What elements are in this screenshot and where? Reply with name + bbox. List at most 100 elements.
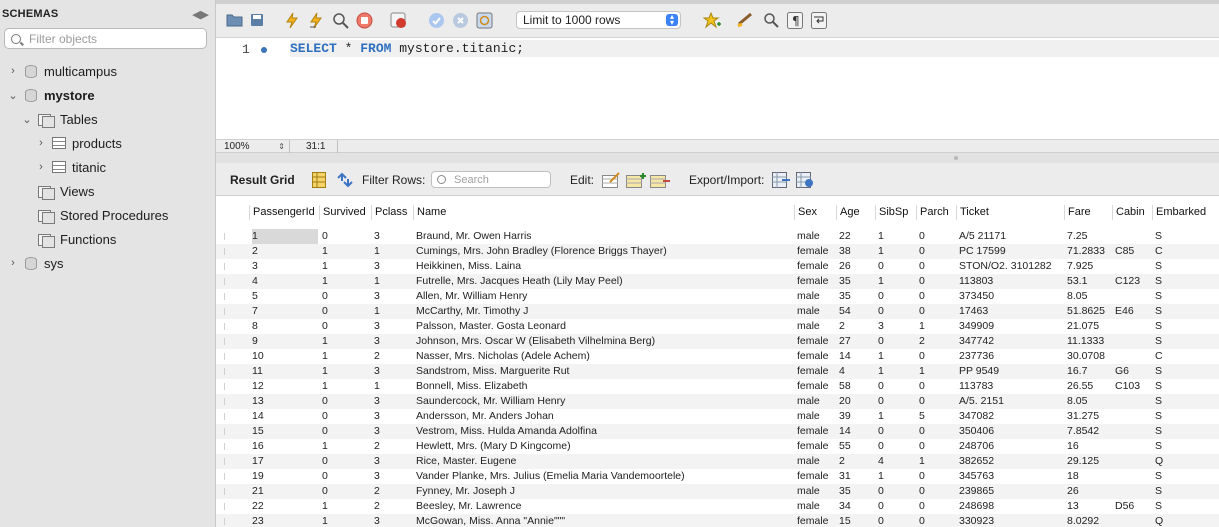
cell-pclass[interactable]: 3 — [374, 394, 412, 409]
cell-sibsp[interactable]: 0 — [878, 379, 915, 394]
row-gutter[interactable] — [224, 278, 236, 285]
cell-survived[interactable]: 0 — [322, 469, 370, 484]
column-header-name[interactable]: Name — [413, 205, 791, 220]
cell-passengerid[interactable]: 17 — [252, 454, 318, 469]
cell-fare[interactable]: 11.1333 — [1067, 334, 1111, 349]
cell-name[interactable]: Futrelle, Mrs. Jacques Heath (Lily May P… — [416, 274, 792, 289]
tree-item-titanic[interactable]: › titanic — [36, 156, 106, 178]
open-folder-icon[interactable] — [225, 11, 243, 29]
cell-survived[interactable]: 0 — [322, 394, 370, 409]
cell-ticket[interactable]: 330923 — [959, 514, 1063, 527]
cell-parch[interactable]: 1 — [919, 319, 955, 334]
cell-passengerid[interactable]: 9 — [252, 334, 318, 349]
column-header-pclass[interactable]: Pclass — [371, 205, 411, 220]
cell-name[interactable]: Rice, Master. Eugene — [416, 454, 792, 469]
cell-sex[interactable]: male — [797, 454, 835, 469]
cell-passengerid[interactable]: 14 — [252, 409, 318, 424]
table-row[interactable]: 14 0 3 Andersson, Mr. Anders Johan male 39 1 5 3… — [216, 409, 1219, 424]
cell-survived[interactable]: 0 — [322, 319, 370, 334]
cell-age[interactable]: 2 — [839, 319, 874, 334]
cell-passengerid[interactable]: 11 — [252, 364, 318, 379]
cell-ticket[interactable]: 248698 — [959, 499, 1063, 514]
cell-sibsp[interactable]: 3 — [878, 319, 915, 334]
cell-parch[interactable]: 0 — [919, 349, 955, 364]
cell-name[interactable]: Bonnell, Miss. Elizabeth — [416, 379, 792, 394]
cell-pclass[interactable]: 1 — [374, 379, 412, 394]
bookmark-icon[interactable] — [703, 11, 721, 29]
cell-sibsp[interactable]: 1 — [878, 409, 915, 424]
table-row[interactable]: 21 0 2 Fynney, Mr. Joseph Jmale 35 0 0 239865 26… — [216, 484, 1219, 499]
cell-cabin[interactable]: C85 — [1115, 244, 1151, 259]
cell-cabin[interactable] — [1115, 259, 1151, 274]
row-gutter[interactable] — [224, 503, 236, 510]
cell-embarked[interactable]: S — [1155, 229, 1219, 244]
cell-survived[interactable]: 1 — [322, 259, 370, 274]
column-header-parch[interactable]: Parch — [916, 205, 954, 220]
cell-cabin[interactable]: G6 — [1115, 364, 1151, 379]
cell-parch[interactable]: 2 — [919, 334, 955, 349]
cell-cabin[interactable] — [1115, 334, 1151, 349]
cell-age[interactable]: 58 — [839, 379, 874, 394]
cell-sex[interactable]: female — [797, 334, 835, 349]
cell-pclass[interactable]: 2 — [374, 484, 412, 499]
cell-pclass[interactable]: 3 — [374, 469, 412, 484]
row-gutter[interactable] — [224, 323, 236, 330]
cell-survived[interactable]: 0 — [322, 454, 370, 469]
cell-pclass[interactable]: 3 — [374, 514, 412, 527]
cell-sibsp[interactable]: 1 — [878, 349, 915, 364]
cell-fare[interactable]: 7.8542 — [1067, 424, 1111, 439]
chevron-right-icon[interactable]: › — [36, 137, 46, 149]
cell-parch[interactable]: 0 — [919, 484, 955, 499]
row-limit-select[interactable]: Limit to 1000 rows ▴ ▾ — [516, 11, 681, 29]
cell-age[interactable]: 39 — [839, 409, 874, 424]
cell-name[interactable]: Beesley, Mr. Lawrence — [416, 499, 792, 514]
cell-passengerid[interactable]: 12 — [252, 379, 318, 394]
cell-embarked[interactable]: C — [1155, 244, 1219, 259]
column-header-cabin[interactable]: Cabin — [1112, 205, 1150, 220]
cell-ticket[interactable]: 347082 — [959, 409, 1063, 424]
tree-item-tables[interactable]: ⌄ Tables — [22, 108, 98, 130]
cell-cabin[interactable] — [1115, 469, 1151, 484]
row-gutter[interactable] — [224, 248, 236, 255]
cell-sibsp[interactable]: 0 — [878, 394, 915, 409]
cell-fare[interactable]: 13 — [1067, 499, 1111, 514]
cell-age[interactable]: 35 — [839, 484, 874, 499]
cell-fare[interactable]: 21.075 — [1067, 319, 1111, 334]
cell-sibsp[interactable]: 0 — [878, 334, 915, 349]
cell-pclass[interactable]: 3 — [374, 289, 412, 304]
cell-ticket[interactable]: 113803 — [959, 274, 1063, 289]
row-gutter[interactable] — [224, 443, 236, 450]
cell-name[interactable]: Heikkinen, Miss. Laina — [416, 259, 792, 274]
cell-parch[interactable]: 0 — [919, 289, 955, 304]
save-icon[interactable] — [248, 11, 266, 29]
table-row[interactable]: 17 0 3 Rice, Master. Eugene male 2 4 1 382652 29.… — [216, 454, 1219, 469]
row-gutter[interactable] — [224, 413, 236, 420]
cell-pclass[interactable]: 3 — [374, 409, 412, 424]
cell-cabin[interactable] — [1115, 289, 1151, 304]
cell-name[interactable]: Palsson, Master. Gosta Leonard — [416, 319, 792, 334]
cell-name[interactable]: Vander Planke, Mrs. Julius (Emelia Maria… — [416, 469, 792, 484]
find-icon[interactable] — [762, 11, 780, 29]
cell-ticket[interactable]: 382652 — [959, 454, 1063, 469]
cell-age[interactable]: 34 — [839, 499, 874, 514]
cell-sex[interactable]: male — [797, 289, 835, 304]
add-row-icon[interactable] — [626, 172, 646, 188]
cell-fare[interactable]: 8.05 — [1067, 394, 1111, 409]
row-gutter[interactable] — [224, 233, 236, 240]
sql-editor[interactable]: 1 SELECT * FROM mystore.titanic; — [216, 38, 1219, 139]
cell-name[interactable]: Saundercock, Mr. William Henry — [416, 394, 792, 409]
cell-survived[interactable]: 1 — [322, 349, 370, 364]
cell-fare[interactable]: 26 — [1067, 484, 1111, 499]
cell-ticket[interactable]: 350406 — [959, 424, 1063, 439]
refresh-icon[interactable] — [336, 172, 354, 188]
cell-pclass[interactable]: 3 — [374, 319, 412, 334]
cell-parch[interactable]: 1 — [919, 364, 955, 379]
cell-age[interactable]: 20 — [839, 394, 874, 409]
cell-cabin[interactable]: C123 — [1115, 274, 1151, 289]
cell-ticket[interactable]: A/5. 2151 — [959, 394, 1063, 409]
cell-ticket[interactable]: STON/O2. 3101282 — [959, 259, 1063, 274]
cell-passengerid[interactable]: 19 — [252, 469, 318, 484]
column-header-survived[interactable]: Survived — [319, 205, 369, 220]
filter-rows-field[interactable] — [431, 171, 551, 188]
cell-age[interactable]: 31 — [839, 469, 874, 484]
